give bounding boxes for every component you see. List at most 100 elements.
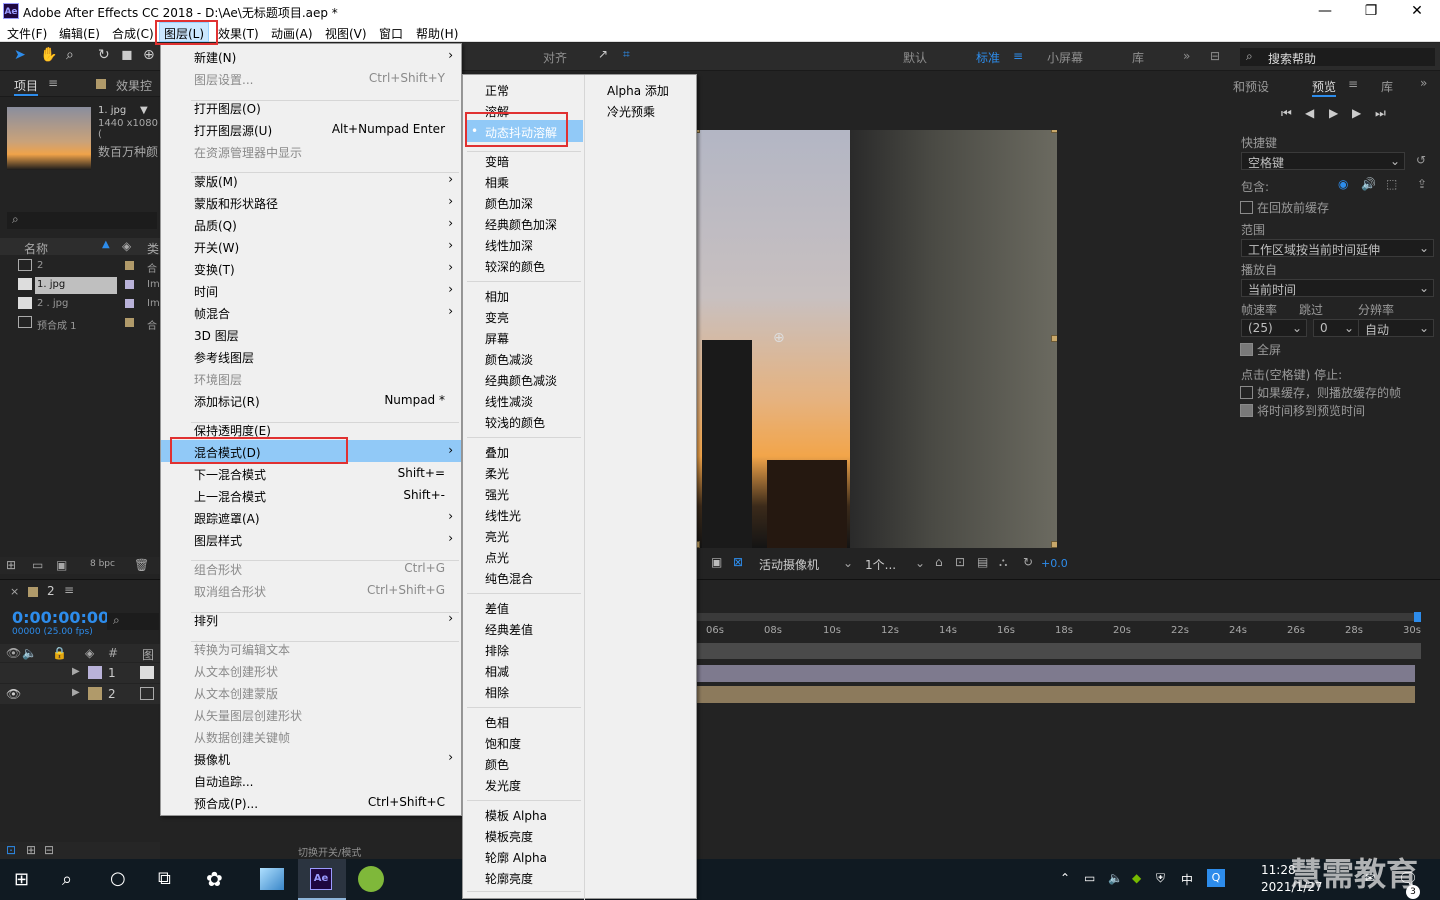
timeline-link-icon[interactable]: ▤ (977, 555, 988, 569)
rotate-tool-icon[interactable]: ↻ (98, 47, 110, 63)
safe-margins-icon[interactable]: ▣ (711, 555, 722, 569)
blend-mode-item[interactable]: 轮廓 Alpha (463, 845, 583, 867)
layer-label-color[interactable] (88, 687, 102, 700)
blend-mode-item[interactable]: 较深的颜色 (463, 254, 583, 276)
blend-mode-item[interactable]: 相减 (463, 659, 583, 681)
next-frame-icon[interactable]: ▶ (1352, 106, 1361, 120)
blend-mode-item[interactable]: 经典差值 (463, 617, 583, 639)
blend-mode-item[interactable]: 颜色加深 (463, 191, 583, 213)
blend-mode-item[interactable]: 相乘 (463, 170, 583, 192)
snap-options-icon[interactable]: ↗ (598, 47, 608, 61)
message-icon[interactable]: ✉ (1365, 871, 1375, 885)
column-type[interactable]: 类 (147, 240, 159, 257)
overlays-icon[interactable]: ⬚ (1386, 177, 1397, 191)
layer-menu-item[interactable]: 时间 › (161, 279, 461, 301)
column-name[interactable]: 名称 (24, 240, 48, 257)
layer-menu-item[interactable]: 蒙版和形状路径 › (161, 191, 461, 213)
blend-mode-item[interactable]: 线性光 (463, 503, 583, 525)
maximize-button[interactable]: ❐ (1348, 0, 1394, 22)
blend-mode-item[interactable]: 柔光 (463, 461, 583, 483)
item-dropdown-icon[interactable]: ▼ (140, 105, 148, 116)
pan-behind-tool-icon[interactable]: ⊕ (143, 47, 155, 63)
cortana-icon[interactable]: ○ (110, 868, 126, 889)
cache-checkbox[interactable] (1240, 201, 1253, 214)
blend-mode-item[interactable]: 叠加 (463, 440, 583, 462)
timeline-menu-icon[interactable]: ≡ (64, 583, 74, 597)
minimize-button[interactable]: — (1302, 0, 1348, 22)
layer-menu-item[interactable]: 自动追踪... (161, 769, 461, 791)
blend-mode-item[interactable]: 纯色混合 (463, 566, 583, 588)
expand-arrow-icon[interactable]: ▶ (72, 687, 80, 698)
layer-menu-item[interactable]: 3D 图层 (161, 323, 461, 345)
interpret-footage-icon[interactable]: ⊞ (6, 558, 16, 572)
notepad-app-icon[interactable] (260, 868, 284, 890)
fast-preview-icon[interactable]: ⊡ (955, 555, 965, 569)
blend-mode-item[interactable]: Alpha 添加 (585, 78, 695, 100)
export-icon[interactable]: ⇪ (1417, 177, 1427, 191)
play-from-dropdown[interactable]: 当前时间 ⌄ (1241, 279, 1434, 297)
active-camera-dropdown[interactable]: 活动摄像机 (759, 556, 819, 573)
last-frame-icon[interactable]: ⏭ (1375, 106, 1386, 121)
tab-library[interactable]: 库 (1381, 78, 1393, 95)
project-row[interactable]: 2 合 (0, 257, 160, 276)
pinwheel-app-icon[interactable]: ✿ (206, 867, 223, 891)
delete-icon[interactable]: 🗑 (134, 558, 149, 572)
camera-tool-icon[interactable]: ◼ (121, 47, 133, 63)
expand-arrow-icon[interactable]: ▶ (72, 666, 80, 677)
layer-menu-item[interactable]: 新建(N) › (161, 45, 461, 67)
menu-view[interactable]: 视图(V) (325, 25, 367, 42)
previous-frame-icon[interactable]: ◀ (1305, 106, 1314, 120)
search-icon[interactable]: ⌕ (62, 869, 72, 890)
video-eye-icon[interactable]: ◉ (1338, 177, 1348, 191)
blend-mode-item[interactable]: 线性加深 (463, 233, 583, 255)
blend-mode-item[interactable]: 点光 (463, 545, 583, 567)
composition-viewer[interactable]: ⊕ (697, 130, 1057, 548)
green-app-icon[interactable] (358, 866, 384, 892)
anchor-point-icon[interactable]: ⊕ (773, 330, 785, 346)
blend-mode-item[interactable]: 线性减淡 (463, 389, 583, 411)
blend-mode-item[interactable]: 较浅的颜色 (463, 410, 583, 432)
blend-mode-item[interactable]: 排除 (463, 638, 583, 660)
move-time-checkbox[interactable] (1240, 404, 1253, 417)
range-dropdown[interactable]: 工作区域按当前时间延伸 ⌄ (1241, 239, 1434, 257)
menu-composition[interactable]: 合成(C) (112, 25, 154, 42)
blend-mode-item[interactable]: 经典颜色加深 (463, 212, 583, 234)
close-button[interactable]: ✕ (1394, 0, 1440, 22)
network-icon[interactable]: ▭ (1084, 871, 1095, 885)
menu-edit[interactable]: 编辑(E) (59, 25, 100, 42)
project-row[interactable]: 预合成 1 合 (0, 314, 160, 333)
preview-menu-icon[interactable]: ≡ (1348, 77, 1358, 91)
bit-depth[interactable]: 8 bpc (90, 559, 115, 569)
layer-menu-item[interactable]: 添加标记(R) Numpad * (161, 389, 461, 411)
toggle-pixel-icon[interactable]: ⌂ (935, 555, 943, 569)
blend-mode-item[interactable]: 差值 (463, 596, 583, 618)
blend-mode-item[interactable]: 轮廓亮度 (463, 866, 583, 888)
tab-effects-presets[interactable]: 和预设 (1233, 78, 1269, 95)
tab-project[interactable]: 项目 (14, 77, 39, 96)
layer-menu-item[interactable]: 参考线图层 (161, 345, 461, 367)
qq-icon[interactable]: Q (1207, 869, 1225, 887)
blend-mode-item[interactable]: 亮光 (463, 524, 583, 546)
views-dropdown[interactable]: 1个... (865, 556, 896, 573)
blend-mode-item[interactable]: 色相 (463, 710, 583, 732)
layer-menu-item[interactable]: 摄像机 › (161, 747, 461, 769)
menu-file[interactable]: 文件(F) (7, 25, 47, 42)
layer-menu-item[interactable]: 预合成(P)... Ctrl+Shift+C (161, 791, 461, 813)
current-timecode[interactable]: 0:00:00:00 (12, 608, 109, 627)
audio-icon[interactable]: 🔊 (1361, 177, 1376, 191)
workspace-library[interactable]: 库 (1132, 49, 1144, 66)
layer-menu-item[interactable]: 跟踪遮罩(A) › (161, 506, 461, 528)
snap-target-icon[interactable]: ⌗ (623, 47, 630, 62)
blend-mode-item[interactable]: 颜色减淡 (463, 347, 583, 369)
comp-flowchart-icon[interactable]: ⊡ (6, 843, 16, 857)
tab-effect-controls[interactable]: 效果控 (116, 77, 152, 94)
flowchart-icon[interactable]: ⛬ (999, 555, 1007, 570)
selection-tool-icon[interactable]: ➤ (14, 47, 26, 63)
menu-help[interactable]: 帮助(H) (416, 25, 458, 42)
tab-preview[interactable]: 预览 (1312, 78, 1337, 97)
blend-mode-item[interactable]: 模板 Alpha (463, 803, 583, 825)
close-tab-icon[interactable]: × (10, 585, 19, 598)
menu-animation[interactable]: 动画(A) (271, 25, 313, 42)
taskbar-ae-button[interactable]: Ae (298, 859, 346, 900)
blend-mode-item[interactable]: 相加 (463, 284, 583, 306)
